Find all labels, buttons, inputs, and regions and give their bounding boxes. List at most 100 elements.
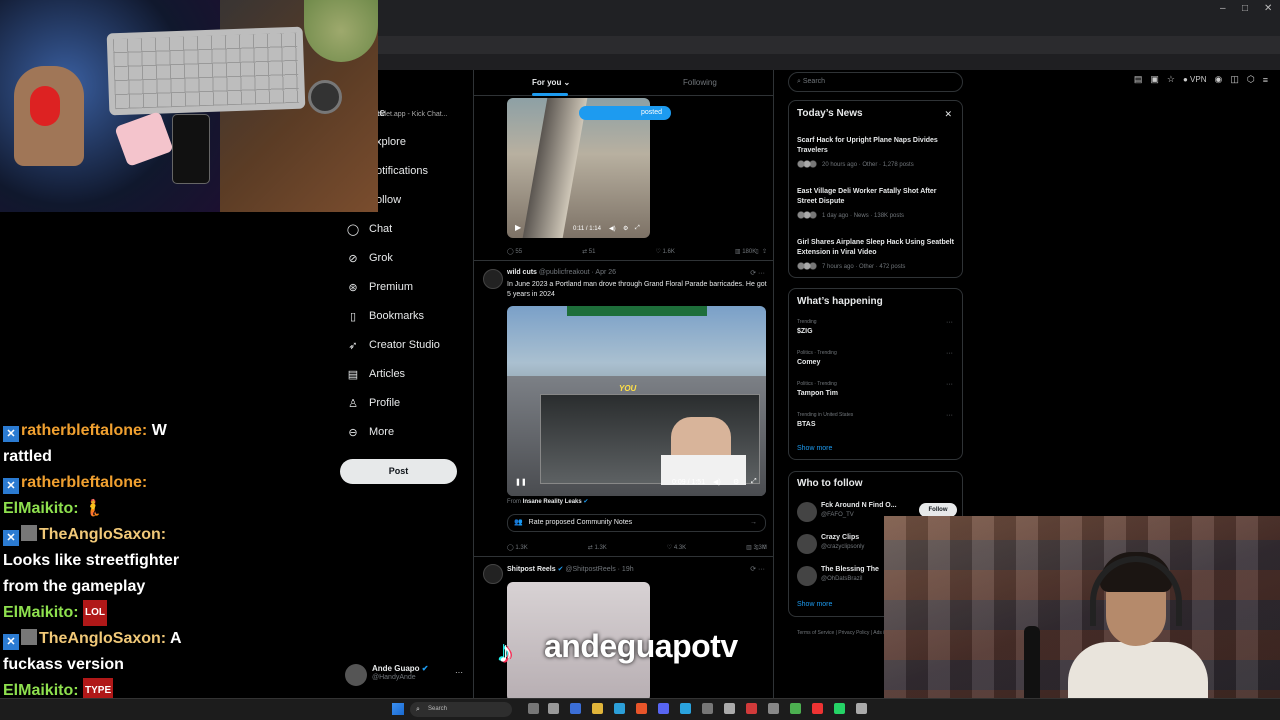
- suggestion-name: Crazy Clips: [821, 534, 860, 541]
- nav-premium[interactable]: ⊛ Premium: [346, 276, 413, 298]
- community-notes-button[interactable]: 👥 Rate proposed Community Notes →: [507, 514, 766, 532]
- volume-icon[interactable]: ◀): [609, 225, 616, 232]
- fullscreen-icon[interactable]: ⤢: [635, 225, 640, 232]
- tiktok-watermark: ♪ andeguapotv: [498, 628, 738, 669]
- telegram-icon[interactable]: [680, 703, 691, 714]
- bookmark-icon: ▯: [349, 310, 357, 323]
- tab-label[interactable]: icklet.app - Kick Chat...: [376, 111, 448, 118]
- post3-handle[interactable]: @ShitpostReels · 19h: [565, 566, 633, 573]
- news-item[interactable]: East Village Deli Worker Fatally Shot Af…: [797, 187, 957, 220]
- post2-handle[interactable]: @publicfreakout · Apr 26: [539, 269, 616, 276]
- chrome-icon[interactable]: [790, 703, 801, 714]
- minimize-button[interactable]: –: [1220, 3, 1226, 14]
- nav-chat[interactable]: ◯ Chat: [346, 218, 392, 240]
- edge-icon[interactable]: [614, 703, 625, 714]
- settings-gear-icon[interactable]: ⚙: [733, 478, 739, 486]
- app-icon[interactable]: [702, 703, 713, 714]
- maximize-button[interactable]: □: [1242, 3, 1248, 14]
- browser-icon[interactable]: [636, 703, 647, 714]
- extensions-icon[interactable]: ⬡: [1247, 74, 1255, 85]
- like-button[interactable]: ♡ 4.3K: [667, 544, 716, 551]
- reply-button[interactable]: ◯ 1.3K: [507, 544, 558, 551]
- settings-gear-icon[interactable]: ⚙: [623, 225, 628, 232]
- trend-item[interactable]: Politics · Trending Tampon Tim ···: [797, 381, 957, 397]
- post3-more-icon[interactable]: ⟳ ···: [750, 565, 765, 573]
- reader-icon[interactable]: ▤: [1134, 74, 1143, 85]
- settings-icon[interactable]: ≡: [1263, 75, 1268, 85]
- trend-more-icon[interactable]: ···: [946, 350, 953, 357]
- post2-reply-count: 1.3K: [515, 545, 528, 551]
- shield-icon[interactable]: ◉: [1215, 74, 1223, 85]
- app-icon[interactable]: [768, 703, 779, 714]
- bookmark-share-buttons[interactable]: ▯ ⇪: [755, 544, 767, 551]
- post2-avatar[interactable]: [483, 269, 503, 289]
- nav-articles[interactable]: ▤ Articles: [346, 363, 405, 385]
- trend-more-icon[interactable]: ···: [946, 319, 953, 326]
- vpn-button[interactable]: ● VPN: [1183, 75, 1207, 84]
- nav-creator-studio[interactable]: ➶ Creator Studio: [346, 334, 440, 356]
- like-button[interactable]: ♡ 1.6K: [655, 248, 704, 255]
- post3-avatar[interactable]: [483, 564, 503, 584]
- chat-username: ElMaikito:: [3, 682, 79, 699]
- trend-item[interactable]: Politics · Trending Comey ···: [797, 350, 957, 366]
- start-menu-icon[interactable]: [392, 703, 404, 715]
- post2-author-name[interactable]: wild cuts: [507, 269, 537, 276]
- screenshot-icon[interactable]: ▣: [1150, 74, 1159, 85]
- nav-profile[interactable]: ♙ Profile: [346, 392, 400, 414]
- app-icon[interactable]: [812, 703, 823, 714]
- show-more-link[interactable]: Show more: [797, 601, 832, 608]
- repost-button[interactable]: ⇄ 1.3K: [588, 544, 637, 551]
- post2-video-time: 0:09 / 1:51: [672, 479, 706, 486]
- from-source[interactable]: Insane Reality Leaks: [523, 499, 582, 505]
- post2-more-icon[interactable]: ⟳ ···: [750, 269, 765, 277]
- show-more-link[interactable]: Show more: [797, 445, 832, 452]
- discord-icon[interactable]: [658, 703, 669, 714]
- nav-explore[interactable]: xplore: [376, 131, 406, 153]
- suggestion-name: The Blessing The: [821, 566, 879, 573]
- repost-button[interactable]: ⇄ 51: [582, 248, 625, 255]
- app-icon[interactable]: [570, 703, 581, 714]
- trend-item[interactable]: Trending $ZIG ···: [797, 319, 957, 335]
- stream-chat-overlay: ✕ ratherbleftalone: W rattled ✕ ratherblef…: [0, 418, 210, 704]
- whatsapp-icon[interactable]: [834, 703, 845, 714]
- volume-icon[interactable]: ◀): [713, 478, 721, 486]
- trend-item[interactable]: Trending in United States BTAS ···: [797, 412, 957, 428]
- follow-button[interactable]: Follow: [919, 503, 957, 517]
- watermark-text: andeguapotv: [544, 628, 738, 664]
- close-icon[interactable]: ✕: [944, 109, 952, 120]
- trend-more-icon[interactable]: ···: [946, 381, 953, 388]
- tab-for-you[interactable]: For you ⌄: [532, 78, 570, 87]
- profile-icon: ♙: [348, 397, 358, 410]
- account-switcher[interactable]: Ande Guapo ✔ @HandyAnde ···: [345, 662, 473, 688]
- bookmark-star-icon[interactable]: ☆: [1167, 74, 1175, 85]
- app-icon[interactable]: [746, 703, 757, 714]
- fullscreen-icon[interactable]: ⤢: [751, 478, 757, 486]
- task-view-icon[interactable]: [528, 703, 539, 714]
- new-posts-pill[interactable]: posted: [579, 106, 671, 120]
- account-menu-icon[interactable]: ···: [455, 668, 463, 677]
- nav-follow[interactable]: ollow: [376, 189, 401, 211]
- trend-more-icon[interactable]: ···: [946, 412, 953, 419]
- nav-more[interactable]: ⊖ More: [346, 421, 394, 443]
- folder-icon[interactable]: [592, 703, 603, 714]
- app-icon[interactable]: [548, 703, 559, 714]
- app-icon[interactable]: [856, 703, 867, 714]
- nav-grok[interactable]: ⊘ Grok: [346, 247, 392, 269]
- nav-notifications[interactable]: otifications: [376, 160, 428, 182]
- bookmark-share-buttons[interactable]: ▯ ⇪: [755, 248, 767, 255]
- wallet-icon[interactable]: ◫: [1230, 74, 1239, 85]
- app-icon[interactable]: [724, 703, 735, 714]
- news-item[interactable]: Girl Shares Airplane Sleep Hack Using Se…: [797, 238, 957, 271]
- nav-bookmarks[interactable]: ▯ Bookmarks: [346, 305, 424, 327]
- post-button[interactable]: Post: [340, 459, 457, 484]
- news-item[interactable]: Scarf Hack for Upright Plane Naps Divide…: [797, 136, 957, 169]
- pause-icon[interactable]: ❚❚: [515, 478, 527, 486]
- tab-following[interactable]: Following: [683, 78, 717, 87]
- reply-button[interactable]: ◯ 55: [507, 248, 552, 255]
- close-window-button[interactable]: ✕: [1264, 3, 1272, 14]
- post3-author-name[interactable]: Shitpost Reels: [507, 566, 556, 573]
- taskbar-search[interactable]: ⌕ Search: [410, 702, 512, 717]
- play-icon[interactable]: ▶: [515, 223, 521, 232]
- search-input[interactable]: ⌕ Search: [788, 72, 963, 92]
- post2-video[interactable]: YOU ❚❚ 0:09 / 1:51 ◀) ⚙ ⤢: [507, 306, 766, 496]
